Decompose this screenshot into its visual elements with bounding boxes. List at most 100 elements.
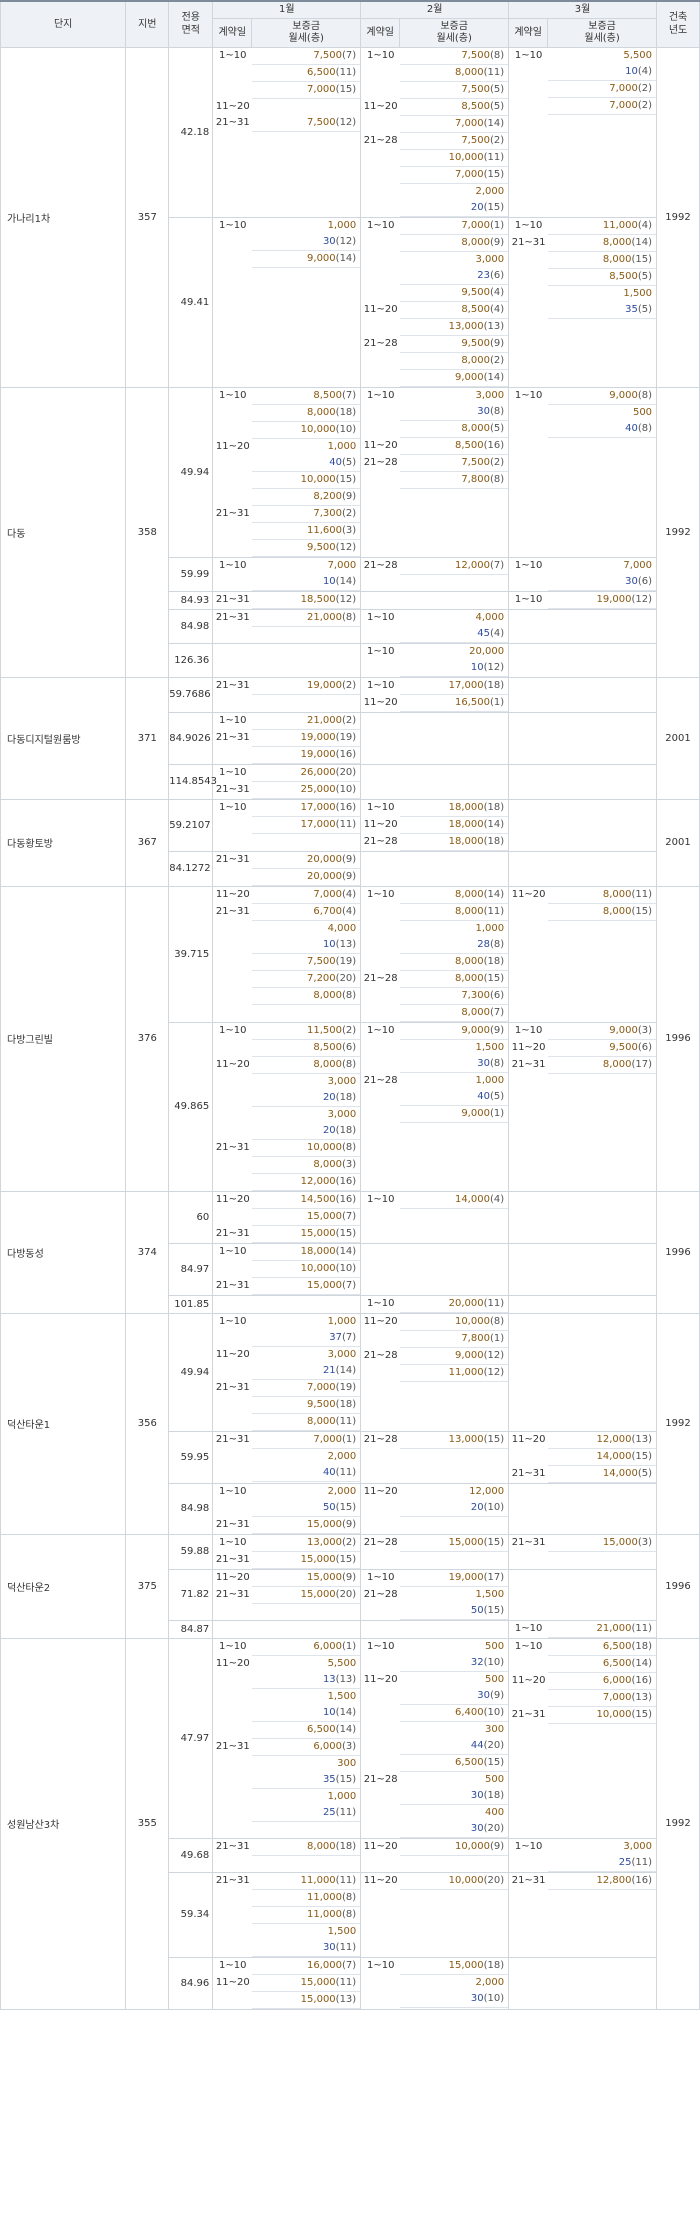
area-value: 84.87 — [168, 1619, 214, 1639]
deposit-list: 19,000(17) — [400, 1570, 509, 1587]
period2-cell: 11~20 12,000 20(10) — [360, 1482, 510, 1535]
period3-cell: 1~10 7,000 30(6) — [508, 556, 658, 592]
deposit-amount: 10,000 — [454, 1315, 490, 1327]
deposit-entry: 6,700(4) — [252, 904, 361, 921]
deposit-list: 7,000(1) 2,000 40(11) — [252, 1432, 361, 1482]
period2-cell: 1~10 7,500(8) 8,000(11) 7,500(5) 11~20 8,500(… — [360, 46, 510, 218]
header-year: 건축 년도 — [656, 0, 700, 48]
area-value: 59.95 — [168, 1430, 214, 1484]
area-value: 59.99 — [168, 556, 214, 592]
subheader-deposit-rent: 보증금 월세(층) — [436, 20, 472, 44]
deposit-entry: 1,000 40(5) — [252, 439, 361, 472]
period1-cell: 1~10 7,500(7) 6,500(11) 7,000(15) 11~20 21~31… — [212, 46, 362, 218]
floor: (3) — [342, 1740, 357, 1752]
deposit-entry: 7,000(2) — [548, 81, 657, 98]
deposit-list: 14,000(4) — [400, 1192, 509, 1209]
period3-cell: 1~10 3,000 25(11) — [508, 1837, 658, 1873]
deposit-entry: 8,000(11) — [400, 904, 509, 921]
deposit-entry: 1,000 37(7) — [252, 1314, 361, 1347]
contract-day: 11~20 — [363, 100, 398, 112]
deposit-entry: 9,500(6) — [548, 1040, 657, 1057]
transaction-group: 11~20 7,000(4) — [213, 887, 361, 904]
transaction-group: 1~10 7,000 30(6) — [509, 558, 657, 591]
period3-cell — [508, 1294, 658, 1314]
deposit-amount: 20,000 — [307, 853, 343, 865]
floor: (15) — [483, 972, 505, 984]
deposit-amount: 3,000 — [475, 253, 505, 265]
floor: (5) — [637, 270, 653, 282]
deposit-amount: 1,000 — [327, 219, 357, 231]
floor: (9) — [489, 337, 505, 349]
subheader-contract-day: 계약일 — [509, 18, 549, 47]
contract-day: 1~10 — [366, 49, 395, 61]
transaction-group: 21~28 1,500 50(15) — [361, 1587, 509, 1620]
deposit-amount: 8,000 — [602, 1058, 632, 1070]
deposit-amount: 8,000 — [454, 955, 484, 967]
deposit-entry: 1,000 28(8) — [400, 921, 509, 954]
deposit-entry: 11,000(4) — [548, 218, 657, 235]
contract-day: 11~20 — [363, 439, 398, 451]
contract-day: 21~31 — [511, 1058, 546, 1070]
deposit-amount: 9,000 — [307, 252, 336, 264]
transaction-group: 21~28 13,000(15) — [361, 1432, 509, 1449]
contract-day: 11~20 — [215, 1058, 250, 1070]
transaction-group: 11~20 16,500(1) — [361, 695, 509, 712]
floor: (6) — [489, 269, 505, 281]
area-row: 다동황토방 367 59.2107 1~10 17,000(16) 17,000(11) 1… — [0, 798, 700, 887]
deposit-entry: 19,000(2) — [252, 678, 361, 695]
floor: (12) — [335, 116, 357, 128]
deposit-entry: 7,300(6) — [400, 988, 509, 1005]
deposit-entry: 12,000(7) — [400, 558, 509, 575]
deposit-entry: 12,800(16) — [548, 1873, 657, 1890]
period1-cell: 1~10 13,000(2) 21~31 15,000(15) — [212, 1533, 362, 1570]
deposit-amount: 11,600 — [307, 524, 343, 536]
floor: (14) — [631, 236, 653, 248]
floor: (8) — [637, 389, 653, 401]
area-value: 84.9026 — [168, 711, 214, 765]
complex-lot: 367 — [125, 798, 170, 887]
deposit-list: 15,000(15) — [400, 1535, 509, 1552]
floor: (7) — [489, 559, 505, 571]
deposit-list: 7,000(19) 9,500(18) 8,000(11) — [252, 1380, 361, 1431]
deposit-amount: 8,000 — [461, 422, 490, 434]
contract-day: 21~31 — [511, 1536, 546, 1548]
deposit-amount: 8,500 — [313, 389, 343, 401]
deposit-entry: 19,000(12) — [548, 592, 657, 609]
deposit-entry: 18,000(14) — [400, 817, 509, 834]
area-value: 84.96 — [168, 1956, 214, 2010]
monthly-rent: 28 — [477, 938, 490, 950]
complex-lot: 375 — [125, 1533, 170, 1639]
period1-cell: 21~31 19,000(2) — [212, 676, 362, 713]
header-period3: 3월 — [508, 0, 658, 19]
deposit-entry: 20,000(9) — [252, 852, 361, 869]
deposit-amount: 7,500 — [461, 456, 490, 468]
contract-day: 21~28 — [363, 456, 398, 468]
floor: (9) — [342, 1571, 357, 1583]
floor: (6) — [637, 575, 653, 587]
transaction-group: 1~10 500 32(10) — [361, 1639, 509, 1672]
deposit-entry: 9,000(1) — [400, 1106, 509, 1123]
deposit-amount: 3,000 — [327, 1075, 357, 1087]
deposit-amount: 8,000 — [602, 253, 632, 265]
floor: (18) — [483, 955, 505, 967]
transaction-group: 21~31 8,000(14) 8,000(15) 8,500(5) 1,500 35(5… — [509, 235, 657, 319]
period2-cell: 11~20 10,000(8) 7,800(1) 21~28 9,000(12) 11,0… — [360, 1312, 510, 1432]
deposit-amount: 19,000 — [307, 679, 343, 691]
deposit-amount: 1,500 — [623, 287, 653, 299]
transaction-group: 21~31 10,000(15) — [509, 1707, 657, 1724]
transaction-group: 11~20 8,500(5) 7,000(14) — [361, 99, 509, 133]
deposit-list: 500 32(10) — [400, 1639, 509, 1672]
floor: (11) — [335, 1415, 357, 1427]
deposit-list: 17,000(16) 17,000(11) — [252, 800, 361, 834]
transaction-group: 1~10 26,000(20) — [213, 765, 361, 782]
monthly-rent: 10 — [625, 65, 638, 77]
deposit-entry: 8,000(15) — [400, 971, 509, 988]
period1-cell: 1~10 1,000 30(12) 9,000(14) — [212, 216, 362, 388]
deposit-amount: 25,000 — [300, 783, 336, 795]
header-complex: 단지 — [0, 0, 127, 48]
contract-day: 1~10 — [514, 559, 543, 571]
deposit-entry: 8,000(11) — [252, 1414, 361, 1431]
deposit-entry: 8,000(3) — [252, 1157, 361, 1174]
deposit-amount: 1,000 — [327, 1315, 357, 1327]
monthly-rent: 50 — [322, 1501, 336, 1513]
